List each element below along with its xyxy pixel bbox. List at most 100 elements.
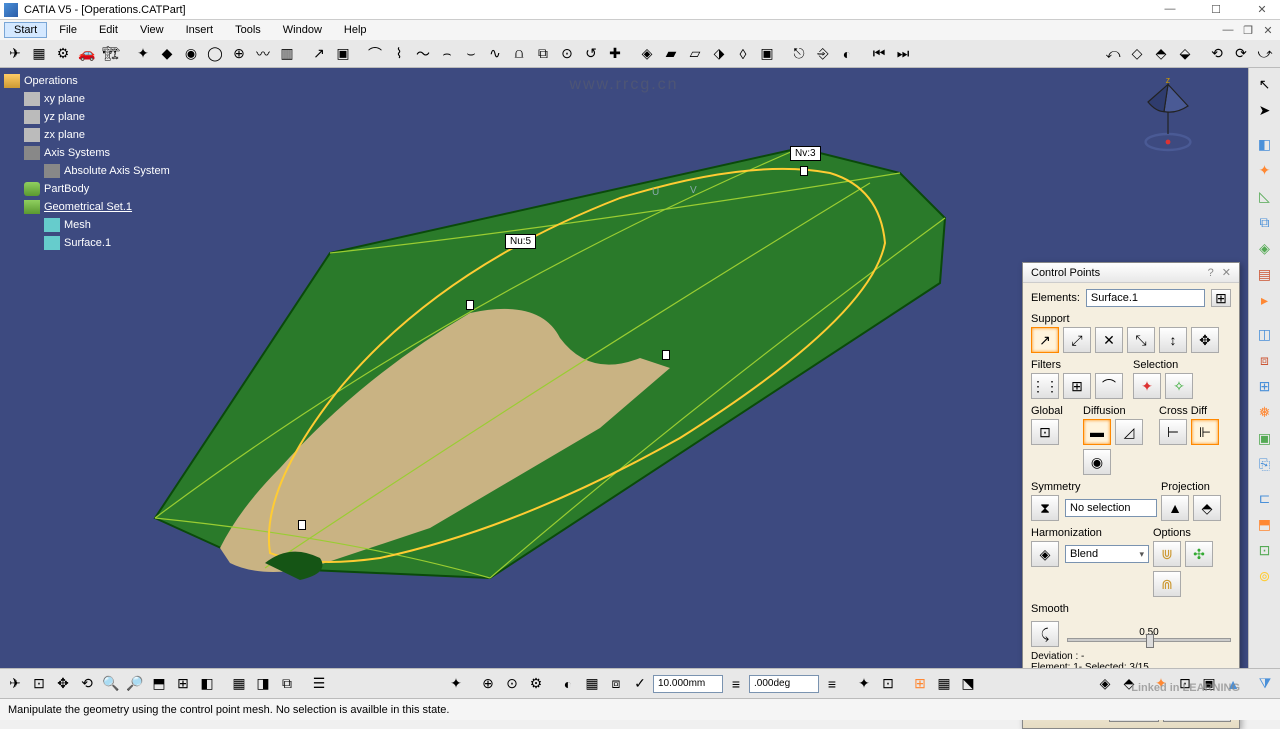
bt-step-up[interactable]: ≡ bbox=[725, 673, 747, 695]
tool-fit[interactable]: ▣ bbox=[332, 43, 354, 65]
symmetry-btn[interactable]: ⧗ bbox=[1031, 495, 1059, 521]
diffusion-const[interactable]: ▬ bbox=[1083, 419, 1111, 445]
bt-zoomout[interactable]: 🔎 bbox=[124, 673, 146, 695]
bt-multi[interactable]: ⊞ bbox=[172, 673, 194, 695]
side-cpoints[interactable]: ⊡ bbox=[1253, 538, 1277, 562]
menu-help[interactable]: Help bbox=[334, 22, 377, 38]
bt-props[interactable]: ☰ bbox=[308, 673, 330, 695]
tool-axis[interactable]: ✦ bbox=[132, 43, 154, 65]
symmetry-input[interactable]: No selection bbox=[1065, 499, 1157, 517]
side-extend[interactable]: ▸ bbox=[1253, 288, 1277, 312]
tool-r6[interactable]: ⟳ bbox=[1230, 43, 1252, 65]
dialog-close[interactable]: ✕ bbox=[1222, 266, 1231, 279]
minimize-button[interactable]: — bbox=[1156, 3, 1184, 16]
tool-spiral[interactable]: ◉ bbox=[180, 43, 202, 65]
side-arrow[interactable]: ➤ bbox=[1253, 98, 1277, 122]
bt-manip[interactable]: ⧈ bbox=[605, 673, 627, 695]
projection-1[interactable]: ▲ bbox=[1161, 495, 1189, 521]
tool-sheet[interactable]: ▥ bbox=[276, 43, 298, 65]
option-1[interactable]: ⋓ bbox=[1153, 541, 1181, 567]
tree-item[interactable]: Axis Systems bbox=[24, 144, 224, 162]
support-tangent[interactable]: ⤢ bbox=[1063, 327, 1091, 353]
menu-window[interactable]: Window bbox=[273, 22, 332, 38]
tool-analysis2[interactable]: ⎆ bbox=[812, 43, 834, 65]
tree-item[interactable]: Geometrical Set.1 bbox=[24, 198, 224, 216]
bt-rotate[interactable]: ⟲ bbox=[76, 673, 98, 695]
bt-zoomin[interactable]: 🔍 bbox=[100, 673, 122, 695]
crossdiff-1[interactable]: ⊢ bbox=[1159, 419, 1187, 445]
nav-next[interactable]: ⏭ bbox=[892, 43, 914, 65]
tool-surf1[interactable]: ◈ bbox=[636, 43, 658, 65]
tree-item[interactable]: PartBody bbox=[24, 180, 224, 198]
global-btn[interactable]: ⊡ bbox=[1031, 419, 1059, 445]
side-continuity[interactable]: ⊚ bbox=[1253, 564, 1277, 588]
bt-shade[interactable]: ▦ bbox=[228, 673, 250, 695]
tool-curve2[interactable]: ⌇ bbox=[388, 43, 410, 65]
tool-point[interactable]: ◆ bbox=[156, 43, 178, 65]
support-normal[interactable]: ✕ bbox=[1095, 327, 1123, 353]
menu-edit[interactable]: Edit bbox=[89, 22, 128, 38]
mdi-close[interactable]: ✕ bbox=[1260, 24, 1276, 37]
menu-view[interactable]: View bbox=[130, 22, 174, 38]
menu-tools[interactable]: Tools bbox=[225, 22, 271, 38]
tool-surf4[interactable]: ⬗ bbox=[708, 43, 730, 65]
bt-grid3[interactable]: ▦ bbox=[933, 673, 955, 695]
control-handle[interactable] bbox=[466, 300, 474, 310]
tool-flyby[interactable]: ✈ bbox=[4, 43, 26, 65]
tool-analysis3[interactable]: ◐ bbox=[836, 43, 858, 65]
side-copy[interactable]: ⎘ bbox=[1253, 452, 1277, 476]
tool-curve1[interactable]: ⌒ bbox=[364, 43, 386, 65]
bt-r1[interactable]: ◈ bbox=[1094, 673, 1116, 695]
tool-r5[interactable]: ⟲ bbox=[1206, 43, 1228, 65]
tool-curve6[interactable]: ∿ bbox=[484, 43, 506, 65]
tool-car[interactable]: 🚗 bbox=[76, 43, 98, 65]
side-order[interactable]: ⬒ bbox=[1253, 512, 1277, 536]
side-orange[interactable]: ✦ bbox=[1253, 158, 1277, 182]
harmonization-btn[interactable]: ◈ bbox=[1031, 541, 1059, 567]
tree-item[interactable]: Mesh bbox=[44, 216, 224, 234]
side-concat[interactable]: ⧈ bbox=[1253, 348, 1277, 372]
side-diamond[interactable]: ◈ bbox=[1253, 236, 1277, 260]
tool-r1[interactable]: ⤺ bbox=[1102, 43, 1124, 65]
label-nu[interactable]: Nu:5 bbox=[505, 234, 536, 249]
tool-curve3[interactable]: 〜 bbox=[412, 43, 434, 65]
menu-insert[interactable]: Insert bbox=[176, 22, 224, 38]
tool-curve9[interactable]: ⊙ bbox=[556, 43, 578, 65]
dialog-help[interactable]: ? bbox=[1208, 267, 1214, 279]
support-translation[interactable]: ↗ bbox=[1031, 327, 1059, 353]
tool-curve4[interactable]: ⌢ bbox=[436, 43, 458, 65]
tool-analysis1[interactable]: ⎋ bbox=[788, 43, 810, 65]
side-match[interactable]: ⧉ bbox=[1253, 210, 1277, 234]
bt-fit[interactable]: ⊡ bbox=[28, 673, 50, 695]
selection-all[interactable]: ✦ bbox=[1133, 373, 1161, 399]
option-3[interactable]: ⋒ bbox=[1153, 571, 1181, 597]
support-local-normal[interactable]: ⤡ bbox=[1127, 327, 1155, 353]
tool-curve7[interactable]: ⩍ bbox=[508, 43, 530, 65]
control-handle[interactable] bbox=[800, 166, 808, 176]
tool-building[interactable]: 🏗 bbox=[100, 43, 122, 65]
support-screen[interactable]: ✥ bbox=[1191, 327, 1219, 353]
projection-2[interactable]: ⬘ bbox=[1193, 495, 1221, 521]
tool-surf2[interactable]: ▰ bbox=[660, 43, 682, 65]
compass[interactable]: z bbox=[1128, 78, 1208, 158]
tool-circle[interactable]: ◯ bbox=[204, 43, 226, 65]
dialog-titlebar[interactable]: Control Points ? ✕ bbox=[1023, 263, 1239, 283]
side-disassemble[interactable]: ❅ bbox=[1253, 400, 1277, 424]
tree-item[interactable]: Absolute Axis System bbox=[44, 162, 224, 180]
tree-item[interactable]: zx plane bbox=[24, 126, 224, 144]
side-convert[interactable]: ▣ bbox=[1253, 426, 1277, 450]
bt-hide[interactable]: ◨ bbox=[252, 673, 274, 695]
side-select[interactable]: ↖ bbox=[1253, 72, 1277, 96]
option-2[interactable]: ✣ bbox=[1185, 541, 1213, 567]
menu-start[interactable]: Start bbox=[4, 22, 47, 38]
bt-grid[interactable]: ▦ bbox=[581, 673, 603, 695]
mdi-minimize[interactable]: — bbox=[1220, 24, 1236, 37]
control-handle[interactable] bbox=[298, 520, 306, 530]
tool-gear[interactable]: ⚙ bbox=[52, 43, 74, 65]
tree-root[interactable]: Operations bbox=[4, 72, 224, 90]
bt-ds[interactable]: ⧩ bbox=[1254, 673, 1276, 695]
tool-curve8[interactable]: ⧉ bbox=[532, 43, 554, 65]
elements-input[interactable]: Surface.1 bbox=[1086, 289, 1205, 307]
bt-snap[interactable]: ⊕ bbox=[477, 673, 499, 695]
length-field[interactable] bbox=[653, 675, 723, 693]
